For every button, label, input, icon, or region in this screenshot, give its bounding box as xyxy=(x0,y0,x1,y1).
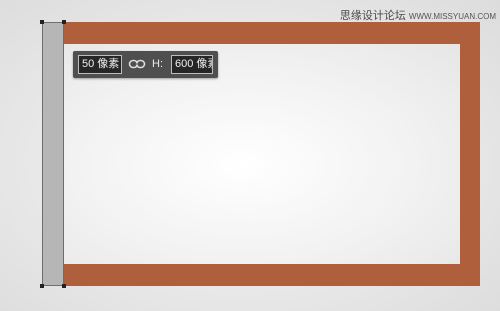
height-label: H: xyxy=(152,58,163,70)
selected-rectangle-shape[interactable] xyxy=(42,22,64,286)
resize-handle-bottom-right[interactable] xyxy=(62,284,66,288)
watermark: 思缘设计论坛 WWW.MISSYUAN.COM xyxy=(340,7,496,23)
link-icon[interactable] xyxy=(128,57,146,71)
watermark-text: 思缘设计论坛 xyxy=(339,10,406,22)
resize-handle-top-left[interactable] xyxy=(40,20,44,24)
watermark-url: WWW.MISSYUAN.COM xyxy=(408,12,496,21)
height-field[interactable]: 600 像素 xyxy=(171,55,213,74)
width-field[interactable]: 50 像素 xyxy=(78,55,122,74)
size-readout-panel: 50 像素 H: 600 像素 xyxy=(73,51,218,78)
resize-handle-top-right[interactable] xyxy=(62,20,66,24)
resize-handle-bottom-left[interactable] xyxy=(40,284,44,288)
